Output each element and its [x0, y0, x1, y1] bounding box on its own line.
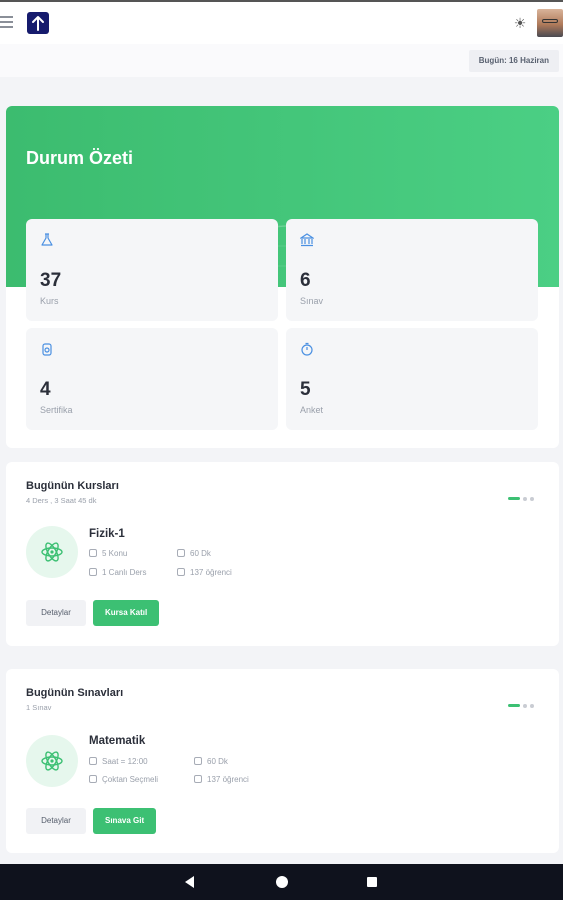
stopwatch-icon: [301, 342, 313, 356]
meta-students: 137 öğrenci: [194, 775, 249, 784]
medal-icon: [42, 343, 52, 356]
meta-duration: 60 Dk: [177, 549, 211, 558]
users-icon: [177, 568, 185, 576]
exam-name[interactable]: Matematik: [89, 735, 145, 747]
details-button[interactable]: Detaylar: [26, 600, 86, 626]
meta-students: 137 öğrenci: [177, 568, 232, 577]
date-bar: Bugün: 16 Haziran: [0, 44, 563, 77]
stat-value: 37: [40, 270, 62, 291]
atom-icon: [26, 735, 78, 787]
flask-icon: [41, 233, 53, 246]
clock-icon: [177, 549, 185, 557]
recent-apps-icon[interactable]: [367, 877, 377, 887]
home-icon[interactable]: [276, 876, 288, 888]
back-icon[interactable]: [185, 876, 194, 888]
summary-title: Durum Özeti: [26, 148, 134, 168]
arrow-up-logo-icon[interactable]: [27, 12, 49, 34]
stat-value: 4: [40, 379, 51, 400]
stat-card-courses[interactable]: 37 Kurs: [26, 219, 278, 321]
list-icon: [89, 775, 97, 783]
book-icon: [89, 549, 97, 557]
status-summary-card: Durum Özeti 37 Kurs 6 Sınav 4 Sertifika …: [6, 106, 559, 448]
meta-text: 60 Dk: [190, 549, 211, 558]
section-title: Bugünün Kursları: [26, 480, 119, 492]
meta-text: 137 öğrenci: [190, 568, 232, 577]
todays-courses-card: Bugünün Kursları 4 Ders , 3 Saat 45 dk F…: [6, 462, 559, 646]
stat-label: Sertifika: [40, 405, 73, 415]
avatar[interactable]: [537, 9, 563, 37]
stat-card-certificates[interactable]: 4 Sertifika: [26, 328, 278, 430]
todays-exams-card: Bugünün Sınavları 1 Sınav Matematik Saat…: [6, 669, 559, 853]
meta-text: Çoktan Seçmeli: [102, 775, 159, 784]
details-button[interactable]: Detaylar: [26, 808, 86, 834]
stat-value: 6: [300, 270, 311, 291]
meta-question-type: Çoktan Seçmeli: [89, 775, 158, 784]
stat-card-surveys[interactable]: 5 Anket: [286, 328, 538, 430]
video-icon: [89, 568, 97, 576]
meta-topics: 5 Konu: [89, 549, 127, 558]
course-name[interactable]: Fizik-1: [89, 528, 125, 540]
stat-label: Anket: [300, 405, 324, 415]
meta-text: 1 Canlı Ders: [102, 568, 147, 577]
section-subtitle: 4 Ders , 3 Saat 45 dk: [26, 496, 97, 505]
meta-text: 137 öğrenci: [207, 775, 249, 784]
meta-text: 60 Dk: [207, 757, 228, 766]
join-course-button[interactable]: Kursa Katıl: [93, 600, 160, 626]
meta-text: Saat = 12:00: [102, 757, 148, 766]
menu-icon[interactable]: [0, 16, 14, 30]
sun-icon[interactable]: ☀: [512, 15, 528, 31]
carousel-indicator[interactable]: [508, 697, 537, 708]
stat-label: Sınav: [300, 296, 324, 306]
stat-label: Kurs: [40, 296, 59, 306]
go-to-exam-button[interactable]: Sınava Git: [93, 808, 157, 834]
users-icon: [194, 775, 202, 783]
date-badge: Bugün: 16 Haziran: [468, 50, 559, 72]
carousel-indicator[interactable]: [508, 490, 537, 501]
atom-icon: [26, 526, 78, 578]
top-app-bar: ☀: [0, 0, 563, 44]
system-navigation-bar: [0, 864, 563, 900]
meta-time: Saat = 12:00: [89, 757, 148, 766]
meta-text: 5 Konu: [102, 549, 128, 558]
timer-icon: [194, 757, 202, 765]
bank-icon: [300, 233, 314, 247]
meta-duration: 60 Dk: [194, 757, 228, 766]
section-title: Bugünün Sınavları: [26, 687, 124, 699]
stat-card-exams[interactable]: 6 Sınav: [286, 219, 538, 321]
meta-live-lesson: 1 Canlı Ders: [89, 568, 146, 577]
clock-icon: [89, 757, 97, 765]
section-subtitle: 1 Sınav: [26, 703, 52, 712]
stat-value: 5: [300, 379, 311, 400]
